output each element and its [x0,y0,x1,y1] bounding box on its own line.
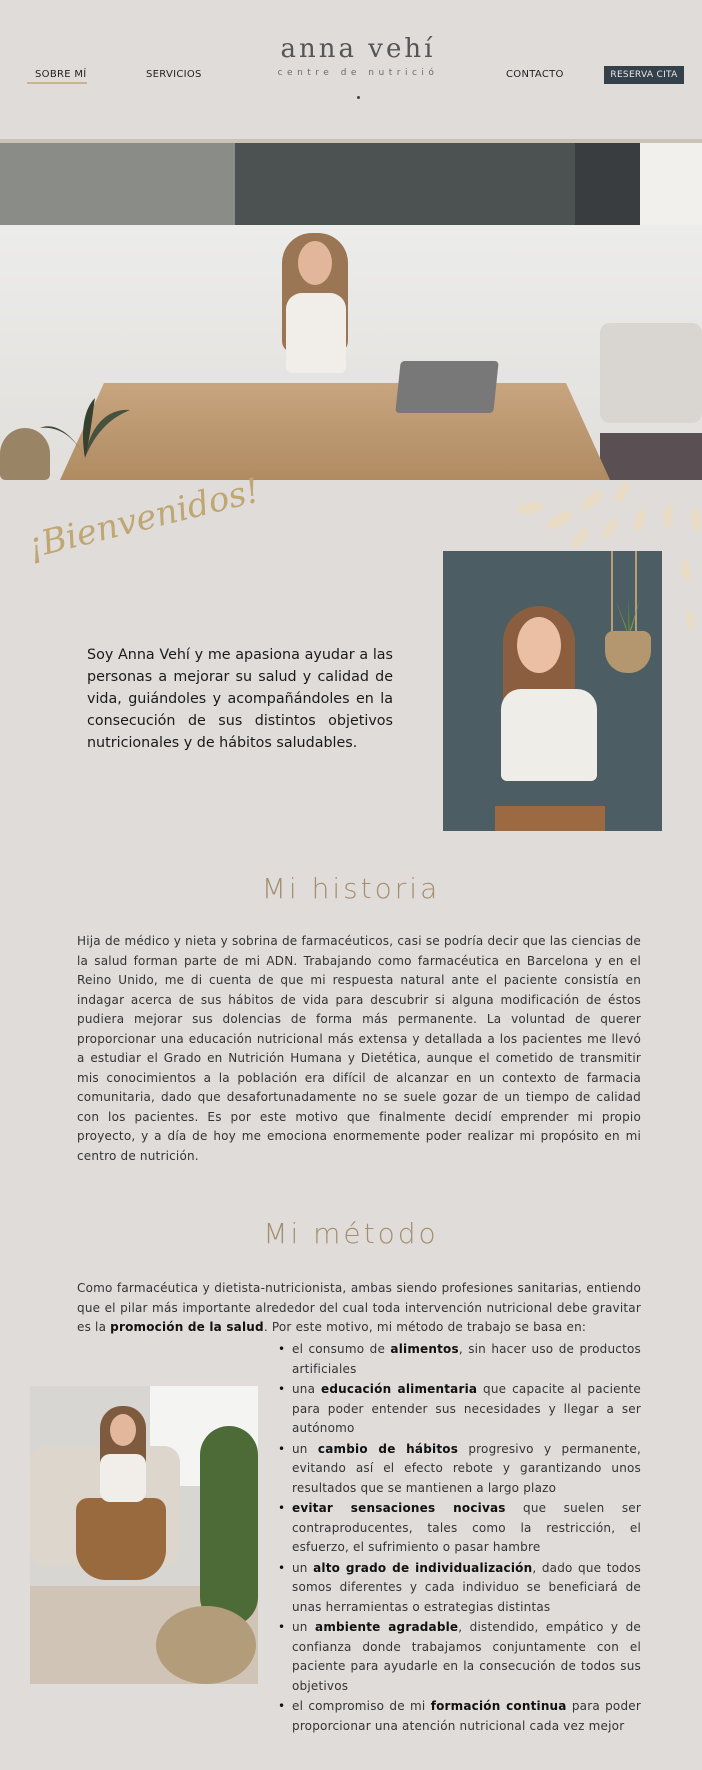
method-photo-top [100,1454,146,1502]
logo-dot [357,96,360,99]
method-intro: Como farmacéutica y dietista-nutricionis… [77,1279,641,1338]
method-intro-after: . Por este motivo, mi método de trabajo … [263,1320,587,1334]
item-pre: el compromiso de mi [292,1699,431,1713]
list-item: evitar sensaciones nocivas que suelen se… [276,1499,641,1558]
list-item: un ambiente agradable, distendido, empát… [276,1618,641,1696]
method-photo-face [110,1414,136,1446]
hero-basket [0,428,50,480]
site-header: SOBRE MÍ SERVICIOS anna vehí centre de n… [0,0,702,143]
item-bold: educación alimentaria [321,1382,478,1396]
hero-sofa [600,323,702,423]
list-item: el compromiso de mi formación continua p… [276,1697,641,1736]
method-list: el consumo de alimentos, sin hacer uso d… [276,1340,641,1737]
list-item: una educación alimentaria que capacite a… [276,1380,641,1439]
hanging-basket [605,631,651,673]
list-item: el consumo de alimentos, sin hacer uso d… [276,1340,641,1379]
item-bold: alimentos [390,1342,459,1356]
item-pre: un [292,1620,316,1634]
hero-image [0,143,702,480]
item-bold: evitar sensaciones nocivas [292,1501,506,1515]
portrait-top [501,689,597,781]
hanging-plant-icon [616,596,640,636]
history-text: Hija de médico y nieta y sobrina de farm… [77,934,641,1163]
plant-icon [200,1426,258,1626]
item-bold: ambiente agradable [315,1620,459,1634]
nav-services[interactable]: SERVICIOS [146,69,202,80]
welcome-script-title: ¡Bienvenidos! [24,470,264,567]
method-title: Mi método [263,1217,439,1250]
reserve-button[interactable]: RESERVA CITA [604,66,684,84]
portrait-pants [495,806,605,831]
hero-table [60,383,610,480]
nav-contact[interactable]: CONTACTO [506,69,564,80]
logo-subtitle: centre de nutrició [277,68,439,78]
nav-about[interactable]: SOBRE MÍ [35,69,87,80]
item-bold: alto grado de individualización [313,1560,533,1575]
item-pre: una [292,1382,322,1396]
welcome-intro: Soy Anna Vehí y me apasiona ayudar a las… [87,647,393,751]
item-bold: formación continua [430,1699,567,1713]
logo-title[interactable]: anna vehí [250,34,466,64]
hero-window-frame [575,143,640,225]
nav-active-underline [27,82,87,84]
laptop-icon [395,361,499,413]
plant-icon [40,398,130,458]
hero-person-top [286,293,346,373]
method-intro-bold: promoción de la salud [110,1320,264,1334]
list-item: un cambio de hábitos progresivo y perman… [276,1440,641,1499]
method-photo-basket [156,1606,256,1684]
method-photo-skirt [76,1498,166,1580]
item-pre: un [292,1560,314,1575]
hero-window-left [0,143,235,225]
history-title: Mi historia [261,872,441,905]
item-pre: el consumo de [292,1342,391,1356]
hero-person-face [298,241,332,285]
portrait-photo [443,551,662,831]
item-pre: un [292,1441,318,1456]
portrait-face [517,617,561,673]
hero-blanket [600,433,702,480]
hero-window-light [640,143,702,225]
method-photo [30,1386,258,1684]
item-bold: cambio de hábitos [317,1441,459,1456]
list-item: un alto grado de individualización, dado… [276,1559,641,1618]
